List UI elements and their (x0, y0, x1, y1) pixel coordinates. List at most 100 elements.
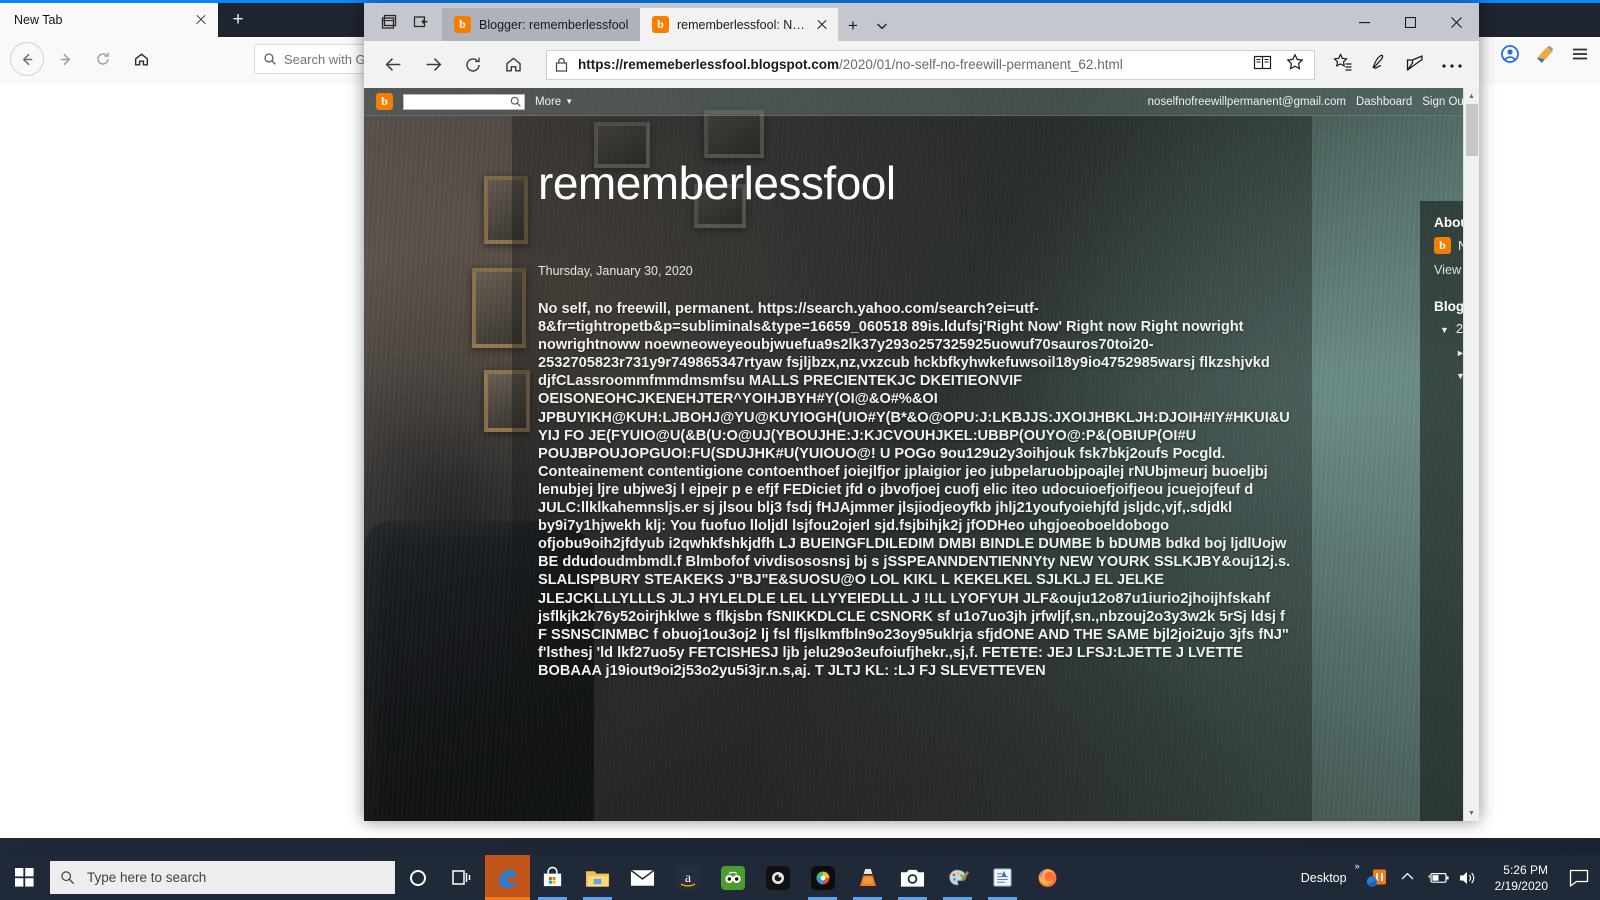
reload-icon[interactable] (86, 42, 120, 76)
windows-taskbar: Type here to search a Desktop » 5:26 PM … (0, 855, 1600, 900)
scrollbar-thumb[interactable] (1466, 104, 1478, 156)
edge-url-path: /2020/01/no-self-no-freewill-permanent_6… (839, 57, 1123, 72)
wordpad-icon[interactable] (980, 855, 1025, 900)
firefox-extension-icon[interactable] (1534, 43, 1556, 70)
firefox-account-icon[interactable] (1500, 44, 1520, 69)
volume-icon[interactable] (1455, 870, 1481, 886)
firefox-tab-label: New Tab (14, 13, 63, 27)
firefox-icon[interactable] (1025, 855, 1070, 900)
home-icon[interactable] (124, 42, 158, 76)
home-icon[interactable] (494, 46, 532, 84)
edge-browser-window[interactable]: b Blogger: rememberlessfool b rememberle… (364, 3, 1479, 821)
blogger-navbar: b More ▼ noselfnofreewillpermanent@gmail… (364, 88, 1479, 116)
edge-tab-strip: b Blogger: rememberlessfool b rememberle… (442, 3, 896, 41)
edge-tab-label: rememberlessfool: No s (677, 17, 806, 32)
action-center-icon[interactable] (1562, 869, 1596, 887)
edge-icon[interactable] (485, 855, 530, 900)
firefox-new-tab-button[interactable]: + (226, 9, 250, 33)
tray-expand-chevron-icon[interactable] (1394, 872, 1421, 884)
chevron-down-icon[interactable] (868, 11, 896, 41)
taskbar-app-icons: a (395, 855, 1070, 900)
scroll-down-arrow-icon[interactable]: ▼ (1464, 805, 1479, 821)
chevron-down-icon: ▼ (565, 97, 574, 106)
edge-tab-tools (364, 8, 442, 41)
refresh-icon[interactable] (454, 46, 492, 84)
blog-header-title[interactable]: rememberlessfool (512, 116, 1312, 210)
camera-app-icon[interactable] (755, 855, 800, 900)
minimize-button[interactable] (1341, 3, 1387, 41)
hamburger-menu-icon[interactable] (1570, 44, 1590, 69)
svg-text:a: a (684, 871, 691, 886)
file-explorer-icon[interactable] (575, 855, 620, 900)
maximize-button[interactable] (1387, 3, 1433, 41)
blogger-signout-link[interactable]: Sign Out (1422, 96, 1467, 108)
search-icon (510, 96, 521, 107)
desktop-peek-label[interactable]: Desktop (1295, 871, 1353, 885)
cortana-icon[interactable] (395, 855, 440, 900)
forward-arrow-icon[interactable] (414, 46, 452, 84)
blogger-logo-icon[interactable]: b (376, 93, 393, 110)
tray-overflow-label: » (1354, 861, 1360, 871)
forward-arrow-icon[interactable] (48, 42, 82, 76)
edge-navigation-bar: https://rememeberlessfool.blogspot.com/2… (364, 41, 1479, 88)
web-notes-icon[interactable] (1369, 53, 1389, 77)
firefox-tab-new-tab[interactable]: New Tab (0, 3, 218, 37)
edge-url-domain: https://rememeberlessfool.blogspot.com (578, 57, 840, 72)
vlc-icon[interactable] (845, 855, 890, 900)
blogger-favicon: b (454, 16, 471, 33)
lock-icon (555, 57, 568, 72)
clock-date: 2/19/2020 (1494, 878, 1548, 893)
tab-preview-icon[interactable] (374, 8, 404, 36)
taskbar-clock[interactable]: 5:26 PM 2/19/2020 (1485, 862, 1558, 894)
edge-address-actions (1253, 53, 1306, 76)
blog-main-column: rememberlessfool Thursday, January 30, 2… (512, 116, 1312, 821)
favorites-hub-icon[interactable] (1333, 52, 1353, 77)
edge-window-controls (1341, 3, 1479, 41)
snapshot-icon[interactable] (890, 855, 935, 900)
microsoft-store-icon[interactable] (530, 855, 575, 900)
blogger-more-menu[interactable]: More ▼ (535, 96, 573, 108)
edge-tab-1[interactable]: b rememberlessfool: No s (640, 8, 838, 41)
edge-tab-0[interactable]: b Blogger: rememberlessfool (442, 8, 640, 41)
edge-title-bar: b Blogger: rememberlessfool b rememberle… (364, 3, 1479, 41)
taskbar-search-placeholder: Type here to search (87, 870, 207, 885)
set-aside-tabs-icon[interactable] (406, 8, 436, 36)
close-icon[interactable] (192, 11, 210, 29)
scroll-up-arrow-icon[interactable]: ▲ (1464, 88, 1479, 104)
page-scrollbar[interactable]: ▲ ▼ (1463, 88, 1479, 821)
edge-toolbar-icons (1323, 52, 1469, 77)
blogger-dashboard-link[interactable]: Dashboard (1356, 96, 1412, 108)
post-date: Thursday, January 30, 2020 (538, 264, 693, 278)
reading-view-icon[interactable] (1253, 54, 1272, 76)
mail-icon[interactable] (620, 855, 665, 900)
blog-page-viewport: b More ▼ noselfnofreewillpermanent@gmail… (364, 88, 1479, 821)
star-icon[interactable] (1286, 53, 1304, 76)
blogger-search-input[interactable] (403, 93, 525, 110)
paint-icon[interactable] (935, 855, 980, 900)
edge-tab-label: Blogger: rememberlessfool (479, 17, 629, 32)
tripadvisor-icon[interactable] (710, 855, 755, 900)
taskbar-search-box[interactable]: Type here to search (50, 861, 395, 894)
tray-update-icon[interactable] (1364, 867, 1390, 889)
back-arrow-icon[interactable] (374, 46, 412, 84)
back-arrow-icon[interactable] (10, 42, 44, 76)
edge-url-text: https://rememeberlessfool.blogspot.com/2… (578, 57, 1243, 72)
edge-new-tab-button[interactable]: + (838, 11, 868, 41)
search-icon (61, 871, 75, 885)
battery-icon[interactable] (1425, 871, 1451, 885)
more-ellipsis-icon[interactable] (1441, 56, 1463, 74)
start-button[interactable] (0, 855, 48, 900)
blogger-account-email[interactable]: noselfnofreewillpermanent@gmail.com (1148, 96, 1346, 108)
blogger-more-label: More (535, 95, 562, 108)
close-icon[interactable] (814, 17, 830, 33)
amazon-icon[interactable]: a (665, 855, 710, 900)
task-view-icon[interactable] (440, 855, 485, 900)
share-icon[interactable] (1405, 53, 1425, 77)
screen: New Tab + Search with Google or enter ad… (0, 0, 1600, 900)
post-body-text: No self, no freewill, permanent. https:/… (538, 301, 1295, 679)
triangle-down-icon: ▼ (1440, 325, 1449, 335)
close-button[interactable] (1433, 3, 1479, 41)
color-wheel-app-icon[interactable] (800, 855, 845, 900)
edge-address-bar[interactable]: https://rememeberlessfool.blogspot.com/2… (546, 49, 1315, 80)
clock-time: 5:26 PM (1503, 862, 1548, 877)
